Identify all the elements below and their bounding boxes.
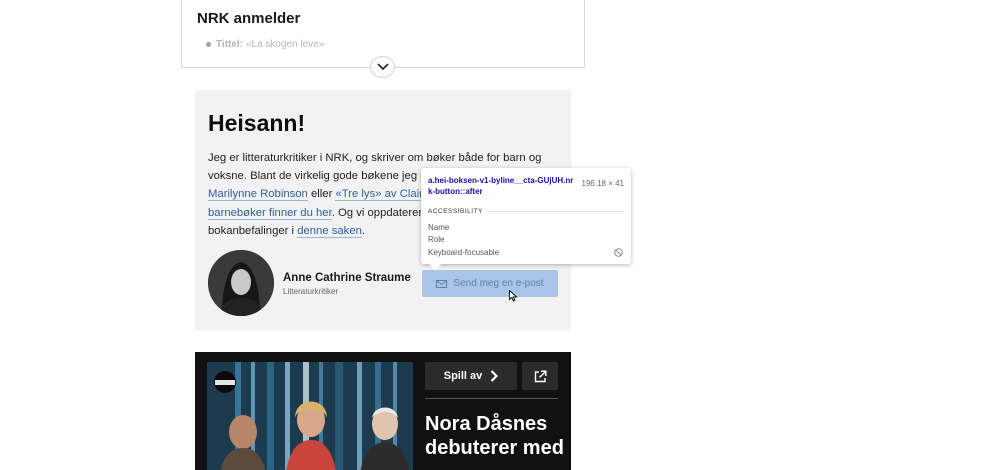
mail-icon: [436, 279, 448, 288]
para-line5: bokanbefalinger i: [208, 224, 298, 237]
author-role: Litteraturkritiker: [283, 287, 339, 296]
bullet-value: «La skogen leve»: [243, 39, 325, 50]
bullet-dot: [206, 41, 211, 47]
expand-button[interactable]: [370, 56, 395, 78]
link-denne-saken[interactable]: denne saken: [297, 224, 362, 238]
para-line3-mid: eller: [307, 188, 336, 201]
para-line1: Jeg er litteraturkritiker i NRK, og skri…: [208, 152, 542, 164]
podcast-divider: [425, 398, 558, 399]
tooltip-caret: [429, 264, 441, 270]
play-button[interactable]: Spill av: [425, 362, 517, 390]
send-email-label: Send meg en e-post: [453, 278, 544, 289]
review-card-title: NRK anmelder: [197, 10, 301, 27]
bullet-key: Tittel:: [216, 39, 244, 50]
tooltip-section-heading: ACCESSIBILITY: [428, 208, 487, 215]
author-name: Anne Cathrine Straume: [283, 272, 411, 284]
para-line4-rest: . Og vi oppdaterer v: [331, 206, 431, 219]
chevron-down-icon: [376, 63, 389, 71]
external-link-icon: [534, 370, 546, 382]
chevron-right-icon: [490, 370, 499, 382]
devtools-inspect-tooltip: a.hei-boksen-v1-byline__cta-GUjUH.nrk-bu…: [421, 168, 631, 270]
send-email-button[interactable]: Send meg en e-post: [422, 270, 558, 297]
tooltip-size: 196.18 × 41: [581, 179, 624, 188]
tooltip-row-role: Role: [428, 235, 445, 244]
open-external-button[interactable]: [522, 362, 558, 390]
podcast-teaser: Spill av Nora Dåsnes debuterer med: [195, 352, 571, 470]
link-marilynne[interactable]: Marilynne Robinson: [208, 188, 308, 202]
podcast-photo[interactable]: [207, 362, 413, 470]
para-line2: voksne. Blant de virkelig gode bøkene je…: [208, 170, 433, 183]
para-line5-end: .: [361, 224, 366, 237]
hei-heading: Heisann!: [208, 110, 306, 136]
podcast-headline[interactable]: Nora Dåsnes debuterer med: [425, 412, 565, 460]
play-label: Spill av: [443, 370, 483, 382]
link-barneboker[interactable]: barnebøker finner du her: [208, 206, 332, 220]
tooltip-row-name: Name: [428, 223, 450, 232]
not-focusable-icon: [614, 248, 623, 257]
tooltip-selector: a.hei-boksen-v1-byline__cta-GUjUH.nrk-bu…: [428, 176, 574, 196]
author-avatar: [208, 250, 274, 316]
review-bullet: Tittel: «La skogen leve»: [206, 39, 324, 50]
tooltip-row-focusable: Keyboard-focusable: [428, 248, 500, 257]
mouse-cursor-icon: [509, 290, 518, 302]
